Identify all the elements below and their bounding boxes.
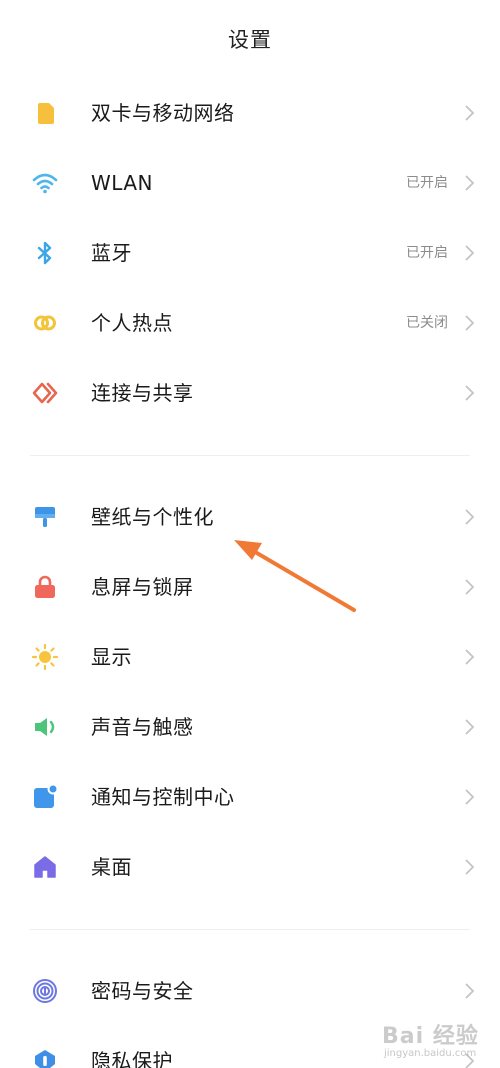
settings-item-display[interactable]: 显示 [0,622,500,692]
settings-item-label: 显示 [91,645,132,669]
settings-item-dual-sim[interactable]: 双卡与移动网络 [0,78,500,148]
settings-item-connection-share[interactable]: 连接与共享 [0,358,500,428]
chevron-right-icon [464,244,476,262]
settings-item-label: 声音与触感 [91,715,194,739]
settings-item-status: 已开启 [406,175,448,191]
section-divider [30,929,470,930]
settings-item-status: 已关闭 [406,315,448,331]
bluetooth-icon [31,239,59,267]
chevron-right-icon [464,384,476,402]
settings-item-label: WLAN [91,171,154,195]
settings-item-label: 连接与共享 [91,381,194,405]
chevron-right-icon [464,648,476,666]
settings-item-status: 已开启 [406,245,448,261]
chevron-right-icon [464,174,476,192]
settings-item-label: 桌面 [91,855,132,879]
settings-item-notifications[interactable]: 通知与控制中心 [0,762,500,832]
settings-item-label: 通知与控制中心 [91,785,235,809]
wallpaper-brush-icon [31,503,59,531]
notification-icon [31,783,59,811]
settings-item-sound[interactable]: 声音与触感 [0,692,500,762]
sun-icon [31,643,59,671]
chevron-right-icon [464,718,476,736]
chevron-right-icon [464,982,476,1000]
settings-page: 设置 双卡与移动网络 WLAN 已开启 蓝牙 已开启 个人热点 已关闭 连接与共… [0,0,500,1068]
privacy-shield-icon [31,1047,59,1068]
settings-item-label: 个人热点 [91,311,173,335]
settings-item-label: 密码与安全 [91,979,194,1003]
settings-item-lockscreen[interactable]: 息屏与锁屏 [0,552,500,622]
settings-item-password-security[interactable]: 密码与安全 [0,956,500,1026]
wifi-icon [31,169,59,197]
settings-item-desktop[interactable]: 桌面 [0,832,500,902]
page-title: 设置 [228,28,272,52]
chevron-right-icon [464,858,476,876]
chevron-right-icon [464,788,476,806]
settings-item-label: 双卡与移动网络 [91,101,235,125]
settings-item-hotspot[interactable]: 个人热点 已关闭 [0,288,500,358]
settings-item-wallpaper[interactable]: 壁纸与个性化 [0,482,500,552]
chevron-right-icon [464,508,476,526]
sim-card-icon [31,99,59,127]
settings-item-label: 壁纸与个性化 [91,505,214,529]
lock-icon [31,573,59,601]
hotspot-icon [31,309,59,337]
settings-item-privacy[interactable]: 隐私保护 [0,1026,500,1068]
chevron-right-icon [464,314,476,332]
home-icon [31,853,59,881]
settings-item-bluetooth[interactable]: 蓝牙 已开启 [0,218,500,288]
connection-share-icon [31,379,59,407]
section-divider [30,455,470,456]
speaker-icon [31,713,59,741]
chevron-right-icon [464,104,476,122]
chevron-right-icon [464,578,476,596]
settings-item-label: 息屏与锁屏 [91,575,194,599]
settings-item-wlan[interactable]: WLAN 已开启 [0,148,500,218]
chevron-right-icon [464,1052,476,1068]
settings-item-label: 蓝牙 [91,241,132,265]
fingerprint-icon [31,977,59,1005]
settings-item-label: 隐私保护 [91,1049,173,1068]
